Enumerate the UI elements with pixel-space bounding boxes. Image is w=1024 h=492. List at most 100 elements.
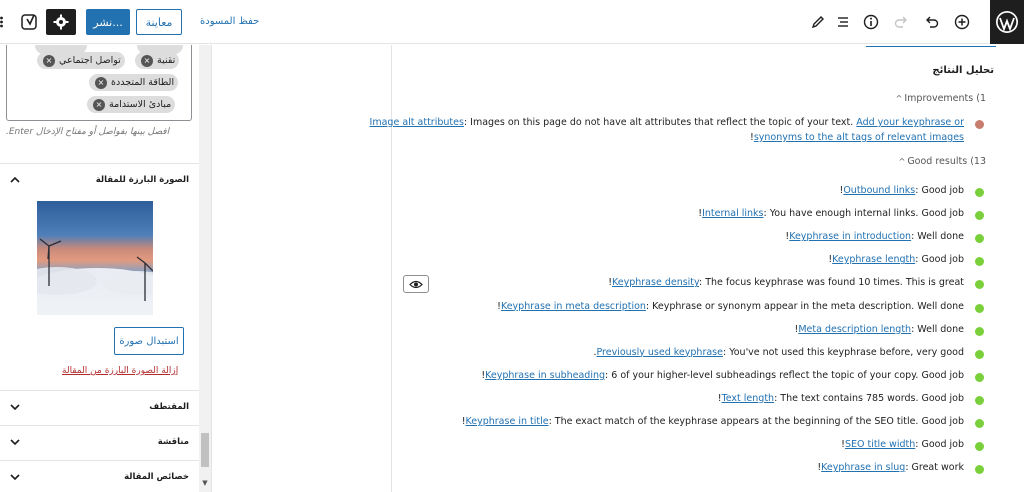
tags-field[interactable]: تقنية × تواصل اجتماعي × الطاقة المتجددة …: [6, 45, 192, 121]
seo-analysis-panel: تحليل النتائج Improvements (1 ^ Image al…: [370, 43, 1024, 492]
settings-sidebar: تقنية × تواصل اجتماعي × الطاقة المتجددة …: [0, 45, 212, 492]
remove-tag-icon[interactable]: ×: [43, 54, 55, 67]
assessment-link[interactable]: Text length: [722, 393, 775, 404]
undo-icon[interactable]: [922, 12, 942, 32]
list-view-icon[interactable]: [833, 12, 853, 32]
featured-image-panel-toggle[interactable]: الصورة البارزة للمقالة: [0, 163, 199, 195]
good-result-item: Keyphrase in subheading: 6 of your highe…: [481, 370, 964, 381]
good-result-bullet-icon: [975, 349, 984, 359]
settings-button[interactable]: [46, 9, 76, 35]
scrollbar-thumb[interactable]: [201, 433, 209, 467]
good-result-item: Text length: The text contains 785 words…: [718, 393, 964, 404]
assessment-link[interactable]: Keyphrase density: [612, 277, 699, 288]
good-result-bullet-icon: [975, 234, 984, 244]
assessment-text: : Images on this page do not have alt at…: [463, 117, 857, 128]
remove-featured-image-link[interactable]: إزالة الصورة البارزة من المقالة: [62, 366, 178, 376]
info-icon[interactable]: [861, 12, 881, 32]
editor-toolbar: نشر... معاينة حفظ المسودة: [0, 0, 1024, 44]
eye-icon: [409, 280, 423, 288]
highlight-keyphrase-eye-button[interactable]: [403, 275, 429, 293]
chevron-up-icon: ^: [895, 94, 903, 103]
chevron-down-icon: [10, 473, 20, 480]
assessment-link[interactable]: Keyphrase in title: [466, 416, 549, 427]
assessment-action-link[interactable]: Add your keyphrase or: [856, 117, 964, 128]
panel-title: خصائص المقالة: [124, 471, 189, 482]
tag-label: مبادئ الاستدامة: [109, 99, 172, 110]
good-result-item: Keyphrase in title: The exact match of t…: [462, 416, 964, 427]
tag-chip: مبادئ الاستدامة ×: [87, 96, 176, 113]
assessment-link[interactable]: Keyphrase in meta description: [501, 301, 646, 312]
remove-tag-icon[interactable]: ×: [95, 76, 107, 89]
assessment-link[interactable]: Previously used keyphrase: [596, 347, 723, 358]
edit-pencil-icon[interactable]: [808, 12, 828, 32]
previous-link-underline: [866, 43, 996, 47]
panel-title: مناقشة: [157, 436, 189, 447]
assessment-action-link[interactable]: synonyms to the alt tags of relevant ima…: [754, 132, 964, 143]
discussion-panel-toggle[interactable]: مناقشة: [0, 425, 199, 457]
assessment-link[interactable]: SEO title width: [845, 439, 915, 450]
assessment-link[interactable]: Keyphrase in introduction: [789, 231, 911, 242]
good-result-item: Keyphrase length: Good job!: [828, 254, 964, 265]
wordpress-logo-icon[interactable]: [990, 0, 1024, 44]
add-block-icon[interactable]: [952, 12, 972, 32]
remove-tag-icon[interactable]: ×: [93, 98, 105, 111]
good-result-bullet-icon: [975, 395, 984, 405]
tag-label: تواصل اجتماعي: [59, 55, 121, 66]
good-result-item: Keyphrase in introduction: Well done!: [785, 231, 964, 242]
scroll-down-arrow-icon[interactable]: ▼: [201, 479, 209, 489]
good-result-bullet-icon: [975, 280, 984, 290]
improvements-header: Improvements (1: [904, 93, 986, 104]
post-attributes-panel-toggle[interactable]: خصائص المقالة: [0, 460, 199, 492]
improvements-group-toggle[interactable]: Improvements (1 ^: [896, 93, 986, 104]
good-result-item: Keyphrase density: The focus keyphrase w…: [608, 277, 964, 288]
preview-button[interactable]: معاينة: [136, 9, 182, 35]
good-result-item: Internal links: You have enough internal…: [698, 208, 964, 219]
tags-help-text: افصل بينها بفواصل أو مفتاح الإدخال Enter…: [6, 127, 170, 137]
chevron-down-icon: [10, 403, 20, 410]
good-result-bullet-icon: [975, 188, 984, 197]
featured-image-title: الصورة البارزة للمقالة: [95, 174, 189, 185]
good-results-header: Good results (13: [907, 156, 986, 167]
featured-image-thumbnail[interactable]: [37, 201, 153, 315]
tag-chip: تقنية ×: [135, 52, 180, 69]
remove-tag-icon[interactable]: ×: [141, 54, 153, 67]
gear-icon: [53, 14, 69, 30]
panel-title: المقتطف: [149, 401, 189, 412]
analysis-title: تحليل النتائج: [932, 65, 994, 76]
chevron-down-icon: [10, 438, 20, 445]
assessment-link[interactable]: Keyphrase in slug: [821, 462, 905, 473]
good-result-item: Keyphrase in slug: Great work!: [817, 462, 964, 473]
assessment-link[interactable]: Internal links: [702, 208, 763, 219]
assessment-link[interactable]: Keyphrase length: [832, 254, 915, 265]
save-draft-link[interactable]: حفظ المسودة: [200, 16, 259, 27]
more-options-icon[interactable]: [0, 12, 6, 32]
publish-button[interactable]: نشر...: [86, 9, 130, 35]
assessment-link[interactable]: Outbound links: [843, 185, 915, 196]
good-result-bullet-icon: [975, 372, 984, 382]
good-result-bullet-icon: [975, 465, 984, 475]
improvement-bullet-icon: [975, 120, 984, 129]
improvement-item: Image alt attributes: Images on this pag…: [370, 117, 964, 128]
chevron-up-icon: [10, 176, 20, 183]
tag-label: تقنية: [157, 55, 176, 66]
sidebar-scrollbar[interactable]: ▼: [199, 45, 211, 492]
good-result-item: Outbound links: Good job!: [840, 185, 964, 196]
replace-image-button[interactable]: استبدال صورة: [114, 327, 184, 355]
good-result-bullet-icon: [975, 211, 984, 221]
assessment-link[interactable]: Meta description length: [798, 324, 911, 335]
tag-label: الطاقة المتجددة: [111, 77, 175, 88]
yoast-seo-icon[interactable]: [18, 10, 42, 34]
good-result-bullet-icon: [975, 303, 984, 313]
good-result-item: SEO title width: Good job!: [841, 439, 964, 450]
assessment-link[interactable]: Image alt attributes: [370, 117, 464, 128]
good-results-group-toggle[interactable]: Good results (13 ^: [899, 156, 986, 167]
good-result-bullet-icon: [975, 419, 984, 428]
redo-icon[interactable]: [891, 12, 911, 32]
tag-chip: تواصل اجتماعي ×: [37, 52, 125, 69]
good-result-bullet-icon: [975, 326, 984, 336]
excerpt-panel-toggle[interactable]: المقتطف: [0, 390, 199, 422]
good-result-item: Previously used keyphrase: You've not us…: [593, 347, 964, 358]
assessment-link[interactable]: Keyphrase in subheading: [485, 370, 605, 381]
editor-main: تحليل النتائج Improvements (1 ^ Image al…: [213, 45, 1024, 492]
good-result-item: Keyphrase in meta description: Keyphrase…: [497, 301, 964, 312]
